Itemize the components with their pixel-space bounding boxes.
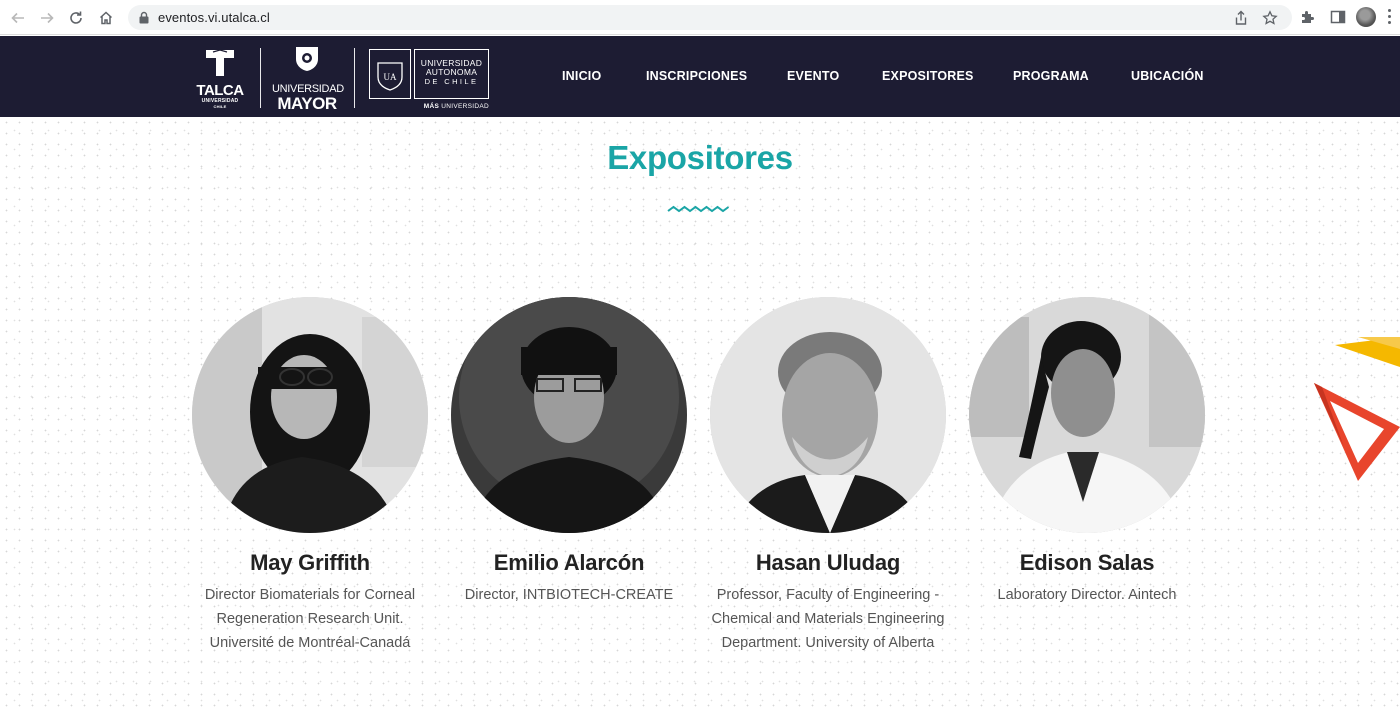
ua-emblem-text: UA: [384, 72, 397, 82]
umayor-logo-bottom: MAYOR: [277, 94, 337, 113]
umayor-logo[interactable]: UNIVERSIDAD MAYOR: [272, 44, 344, 113]
shield-icon: UA: [377, 62, 403, 91]
utalca-logo-country: CHILE: [213, 104, 227, 109]
speaker-name: Emilio Alarcón: [493, 550, 645, 575]
nav-inicio[interactable]: INICIO: [562, 69, 601, 83]
speaker-photo[interactable]: [710, 297, 946, 533]
back-icon[interactable]: [7, 7, 29, 29]
browser-toolbar: eventos.vi.utalca.cl: [0, 0, 1400, 35]
ua-line-3: DE CHILE: [424, 77, 479, 86]
decorative-triangles: [1314, 337, 1400, 481]
ua-tag-bold: MÁS: [423, 103, 440, 110]
ua-text-box: UNIVERSIDAD AUTONOMA DE CHILE: [414, 49, 489, 99]
nav-programa[interactable]: PROGRAMA: [1013, 69, 1089, 83]
url-text[interactable]: eventos.vi.utalca.cl: [158, 10, 270, 25]
reload-icon[interactable]: [65, 7, 87, 29]
speaker-role: Laboratory Director. Aintech: [997, 587, 1177, 603]
partner-logos: TALCA UNIVERSIDAD CHILE UNIVERSIDAD MAYO…: [193, 44, 493, 113]
speaker-photo[interactable]: [451, 297, 687, 533]
speaker-photo[interactable]: [969, 297, 1205, 533]
speaker-photo[interactable]: [192, 297, 428, 533]
ua-tagline: MÁS UNIVERSIDAD: [414, 103, 489, 110]
speaker-role: Director Biomaterials for Corneal Regene…: [204, 587, 416, 651]
speaker-name: May Griffith: [250, 550, 370, 575]
title-squiggle: [667, 205, 730, 213]
lock-icon[interactable]: [138, 11, 150, 24]
ua-tag-rest: UNIVERSIDAD: [439, 103, 489, 110]
home-icon[interactable]: [95, 7, 117, 29]
crest-icon: [296, 47, 318, 71]
speaker-role: Director, INTBIOTECH-CREATE: [464, 587, 674, 603]
forward-icon[interactable]: [36, 7, 58, 29]
uautonoma-logo[interactable]: UA UNIVERSIDAD AUTONOMA DE CHILE MÁS UNI…: [369, 49, 489, 110]
share-icon[interactable]: [1233, 10, 1249, 26]
speaker-card: Hasan Uludag Professor, Faculty of Engin…: [708, 297, 948, 655]
utalca-logo-word: TALCA: [196, 82, 244, 99]
logo-divider: [354, 48, 355, 108]
sidebar-icon[interactable]: [1329, 8, 1347, 26]
extensions-icon[interactable]: [1299, 8, 1317, 26]
speakers-section: Expositores May Griffith Director Biomat…: [0, 117, 1400, 713]
nav-inscripciones[interactable]: INSCRIPCIONES: [646, 69, 747, 83]
nav-ubicacion[interactable]: UBICACIÓN: [1131, 69, 1204, 83]
tower-icon: [206, 49, 234, 76]
nav-evento[interactable]: EVENTO: [787, 69, 839, 83]
nav-expositores[interactable]: EXPOSITORES: [882, 69, 974, 83]
ua-emblem-box: UA: [369, 49, 411, 99]
profile-avatar[interactable]: [1356, 7, 1376, 27]
speaker-name: Edison Salas: [1019, 550, 1155, 575]
speaker-name: Hasan Uludag: [755, 550, 901, 575]
star-icon[interactable]: [1262, 10, 1278, 26]
speaker-card: May Griffith Director Biomaterials for C…: [190, 297, 430, 655]
section-title: Expositores: [607, 139, 793, 176]
ua-line-2: AUTONOMA: [425, 67, 478, 77]
logo-divider: [260, 48, 261, 108]
speaker-card: Emilio Alarcón Director, INTBIOTECH-CREA…: [449, 297, 689, 607]
address-bar[interactable]: eventos.vi.utalca.cl: [128, 5, 1292, 30]
utalca-logo[interactable]: TALCA UNIVERSIDAD CHILE: [193, 48, 247, 109]
speaker-role: Professor, Faculty of Engineering - Chem…: [711, 587, 945, 651]
site-header: TALCA UNIVERSIDAD CHILE UNIVERSIDAD MAYO…: [0, 36, 1400, 117]
speaker-card: Edison Salas Laboratory Director. Aintec…: [967, 297, 1207, 607]
menu-icon[interactable]: [1388, 9, 1392, 25]
